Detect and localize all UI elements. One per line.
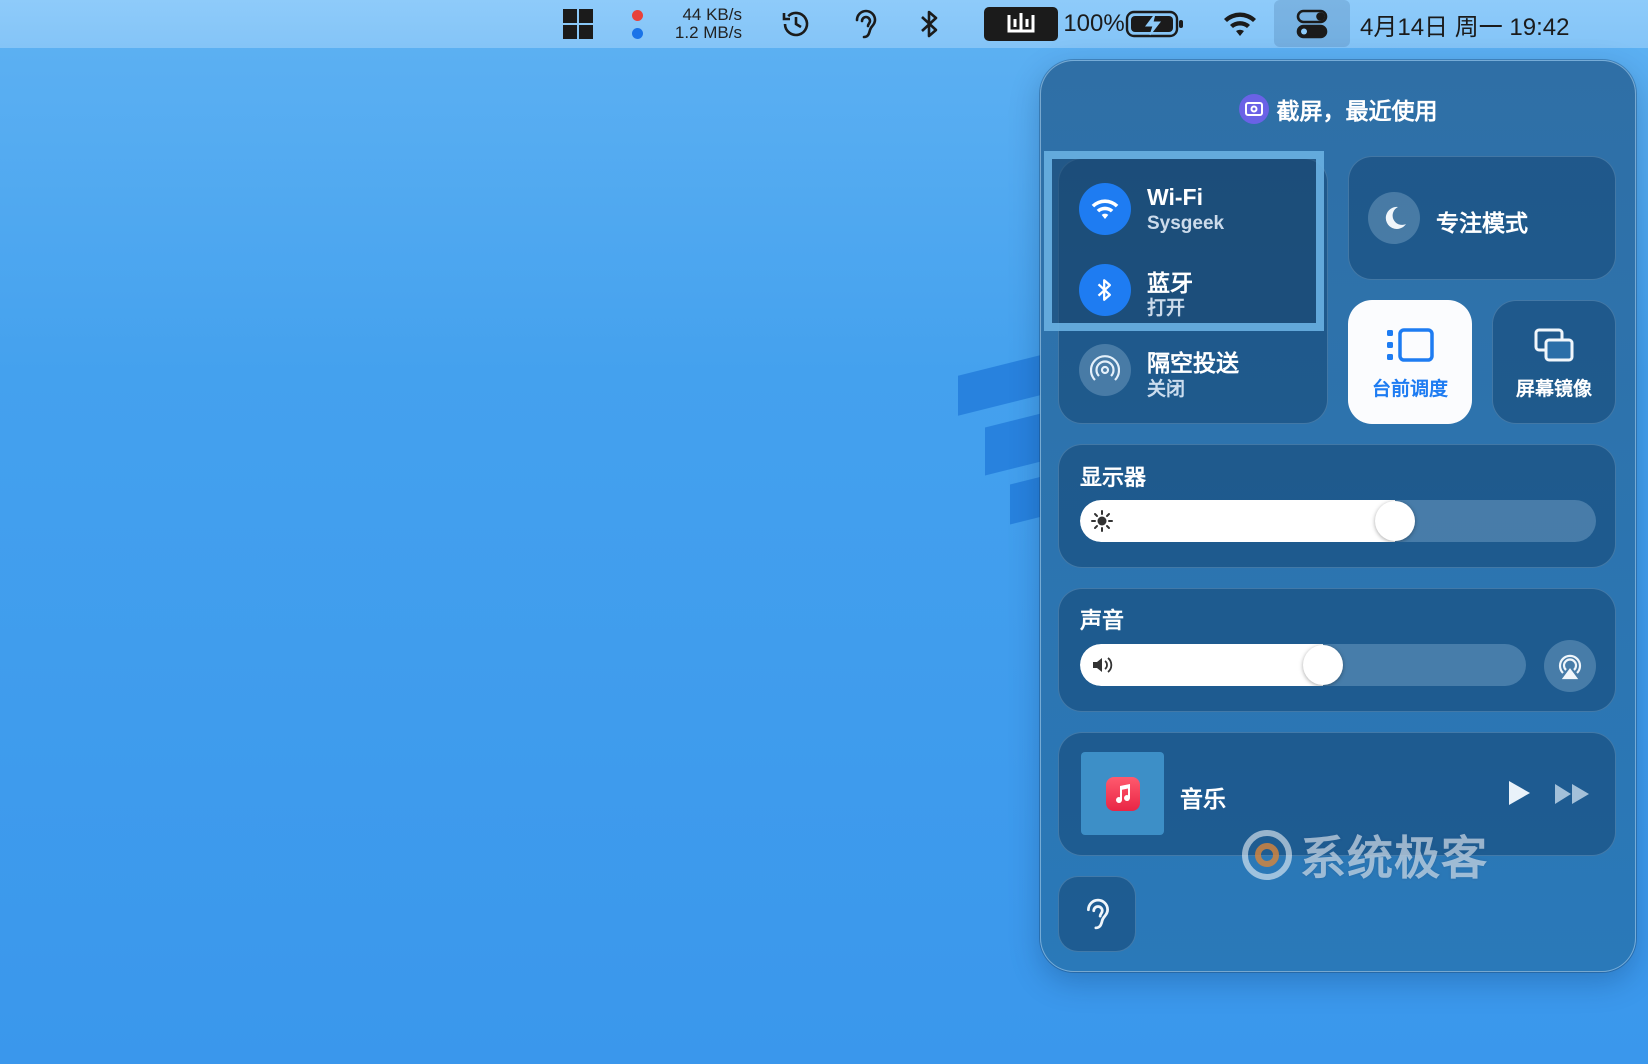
bluetooth-status: 打开 <box>1147 298 1186 319</box>
input-method-icon[interactable] <box>982 0 1060 48</box>
airdrop-icon <box>1090 355 1120 381</box>
panel-header[interactable]: 截屏，最近使用 <box>1041 89 1635 129</box>
stage-manager-icon <box>1387 328 1434 362</box>
bluetooth-icon[interactable] <box>916 0 944 48</box>
bluetooth-icon <box>1097 279 1112 301</box>
sound-title: 声音 <box>1080 608 1125 633</box>
wifi-toggle-button[interactable] <box>1079 183 1131 235</box>
wifi-icon[interactable] <box>1220 0 1260 48</box>
battery-percent[interactable]: 100% <box>1063 0 1124 48</box>
windows-logo-icon[interactable] <box>560 0 596 48</box>
volume-fill <box>1080 644 1323 686</box>
focus-mode-label: 专注模式 <box>1436 210 1528 236</box>
wifi-icon <box>1091 199 1119 219</box>
control-center-icon[interactable] <box>1292 0 1332 48</box>
menubar-clock[interactable]: 4月14日 周一 19:42 <box>1360 0 1624 48</box>
panel-header-label: 截屏，最近使用 <box>1276 98 1438 124</box>
wifi-label: Wi-Fi <box>1147 184 1203 210</box>
stage-manager-label: 台前调度 <box>1371 379 1448 400</box>
play-icon[interactable] <box>1506 779 1532 807</box>
album-art[interactable] <box>1081 752 1164 835</box>
brightness-slider[interactable] <box>1080 500 1596 542</box>
moon-icon <box>1385 206 1406 229</box>
music-app-icon <box>1105 776 1140 811</box>
airplay-audio-button[interactable] <box>1544 640 1596 692</box>
screen-mirroring-icon <box>1534 328 1574 362</box>
airdrop-label: 隔空投送 <box>1147 350 1239 376</box>
now-playing-app: 音乐 <box>1180 786 1226 812</box>
upload-indicator-icon <box>632 10 643 21</box>
wallpaper-shape <box>958 354 1044 416</box>
brightness-knob[interactable] <box>1375 501 1415 541</box>
volume-slider[interactable] <box>1080 644 1526 686</box>
fast-forward-icon[interactable] <box>1554 783 1590 805</box>
menu-bar: 44 KB/s 1.2 MB/s 100% 4月14日 周一 19:42 <box>0 0 1648 48</box>
screenshot-icon <box>1238 94 1269 124</box>
watermark-text: 系统极客 <box>1300 832 1488 884</box>
sun-icon <box>1091 510 1113 532</box>
hearing-icon <box>1087 898 1109 930</box>
speaker-icon <box>1093 657 1113 673</box>
volume-knob[interactable] <box>1303 645 1343 685</box>
watermark: 系统极客 <box>1240 822 1488 888</box>
hearing-icon[interactable] <box>848 0 884 48</box>
screen-mirroring-label: 屏幕镜像 <box>1515 379 1592 400</box>
time-machine-icon[interactable] <box>776 0 816 48</box>
bluetooth-toggle-button[interactable] <box>1079 264 1131 316</box>
display-title: 显示器 <box>1080 465 1147 490</box>
net-upload: 44 KB/s <box>682 5 742 24</box>
battery-charging-icon[interactable] <box>1124 0 1186 48</box>
airdrop-status: 关闭 <box>1147 379 1186 400</box>
net-download: 1.2 MB/s <box>674 23 742 42</box>
airplay-audio-icon <box>1558 654 1582 680</box>
wifi-status: Sysgeek <box>1147 213 1225 234</box>
brightness-fill <box>1080 500 1395 542</box>
wallpaper-shape <box>985 412 1045 476</box>
focus-toggle-button[interactable] <box>1368 192 1420 244</box>
network-speed[interactable]: 44 KB/s 1.2 MB/s <box>660 0 742 48</box>
screen-mirroring-tile[interactable] <box>1492 300 1616 424</box>
watermark-logo-icon <box>1242 830 1292 880</box>
airdrop-toggle-button[interactable] <box>1079 344 1131 396</box>
download-indicator-icon <box>632 28 643 39</box>
